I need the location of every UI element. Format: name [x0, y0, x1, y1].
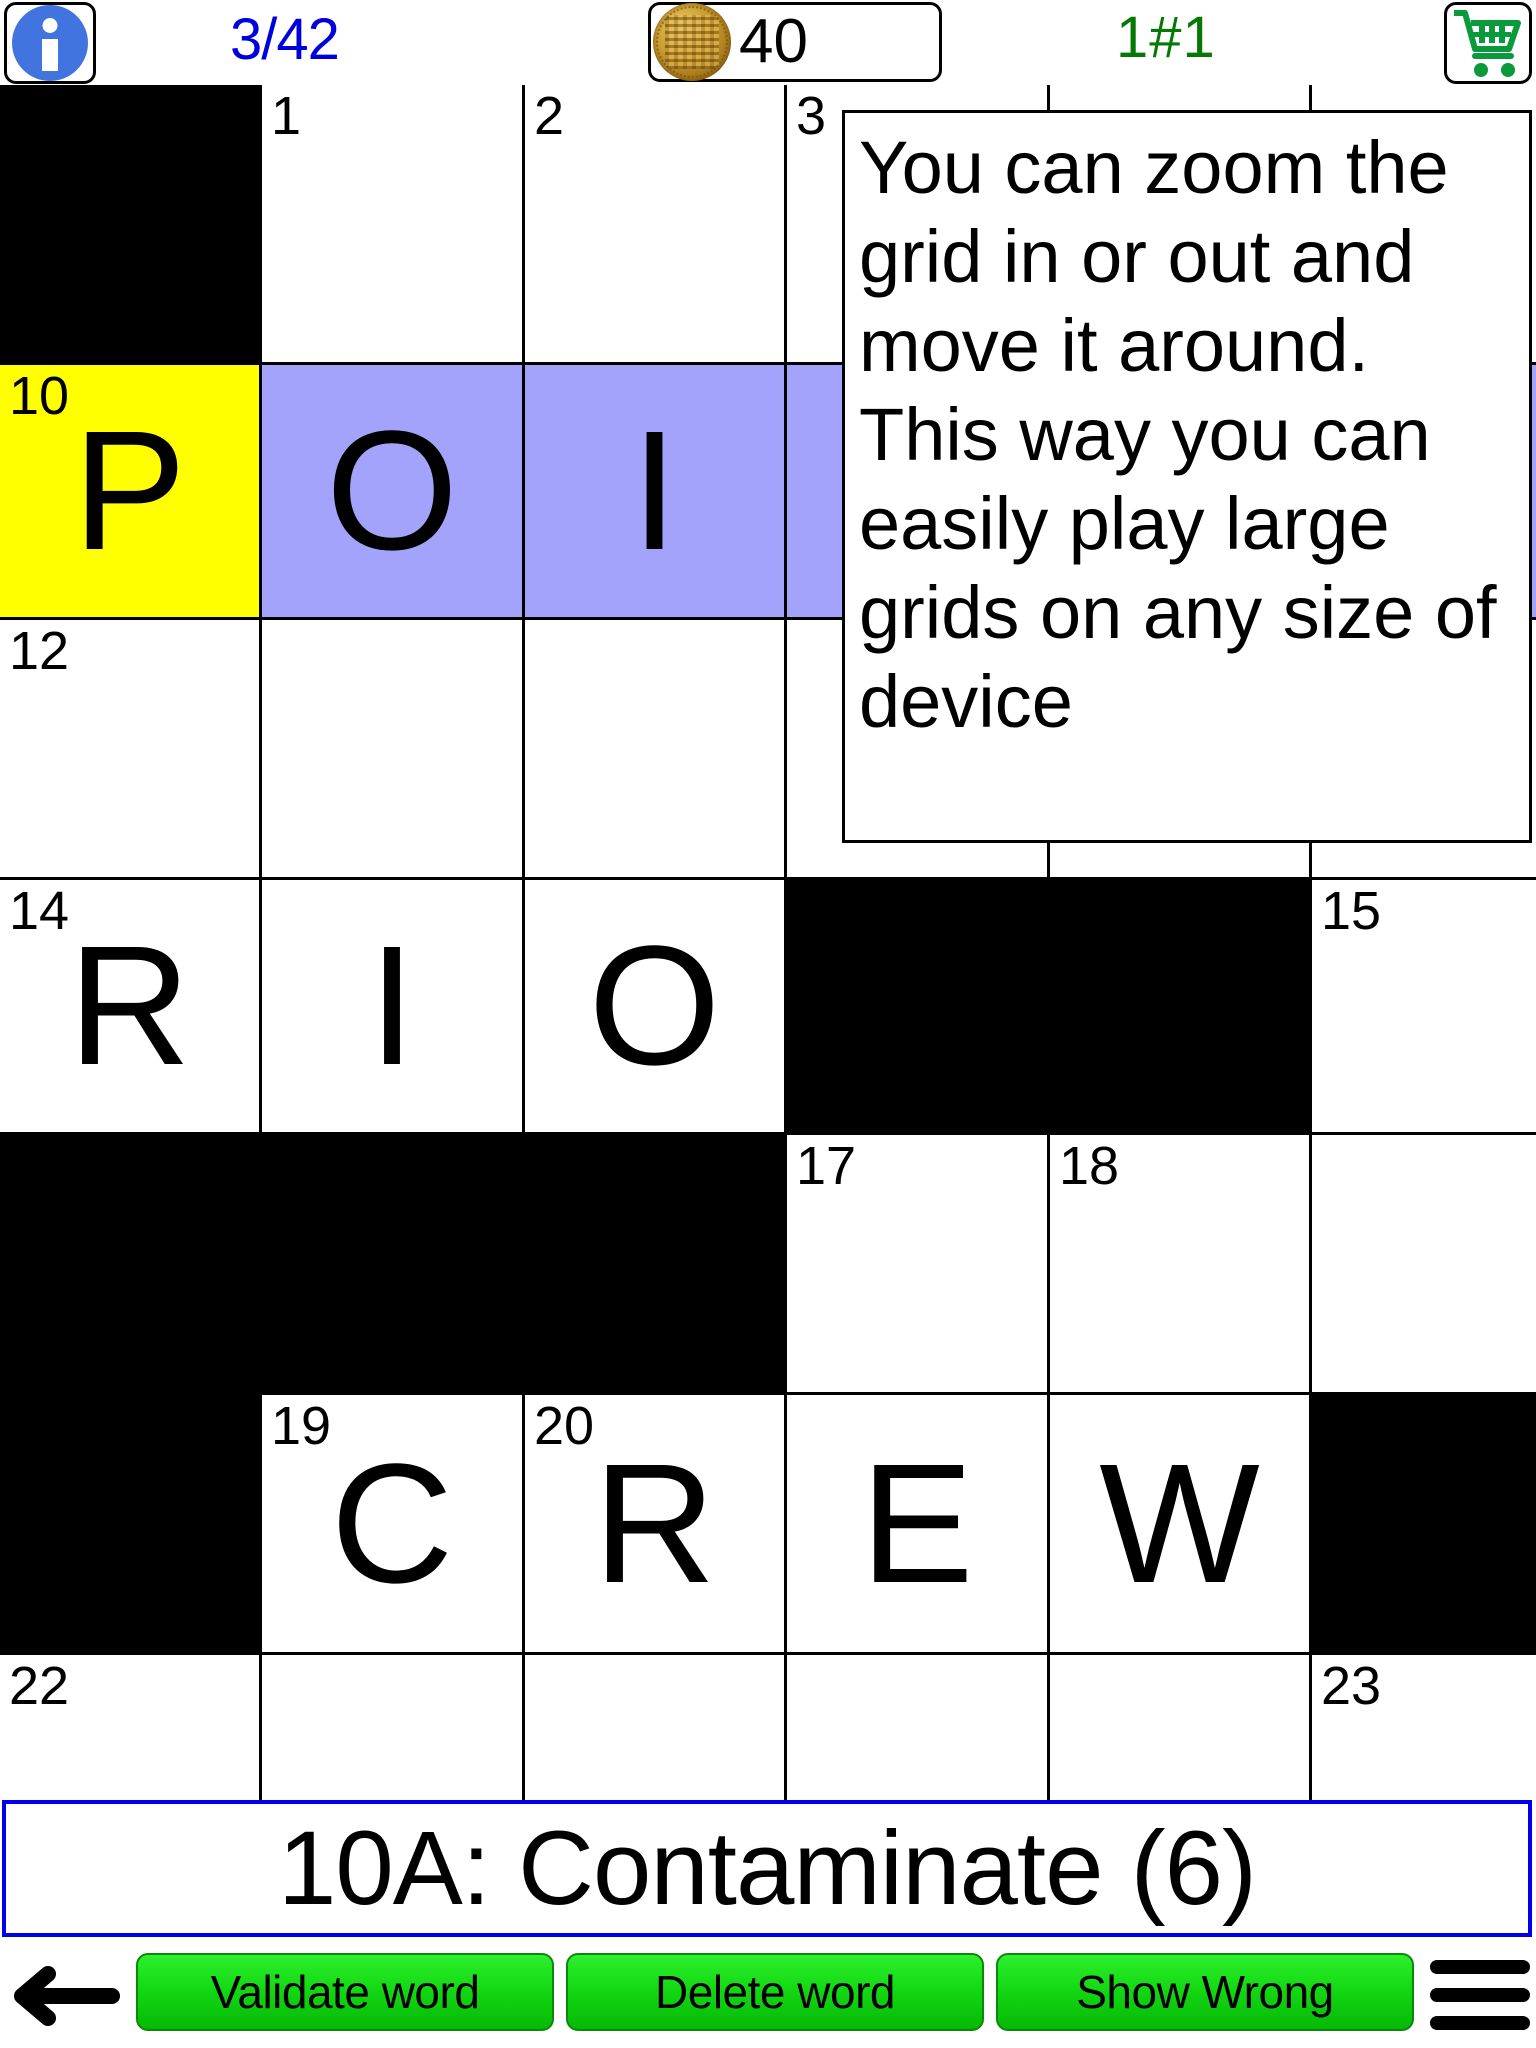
grid-cell[interactable] — [1312, 1135, 1536, 1395]
cell-number: 17 — [796, 1136, 857, 1196]
coin-count-label: 40 — [739, 7, 808, 76]
grid-cell[interactable]: 12 — [0, 620, 262, 880]
grid-cell[interactable] — [262, 620, 525, 880]
cell-number: 22 — [9, 1656, 70, 1716]
grid-cell[interactable]: W — [1050, 1395, 1312, 1655]
grid-cell[interactable] — [525, 620, 787, 880]
grid-cell[interactable]: 2 — [525, 85, 787, 365]
grid-cell[interactable]: 14 R — [0, 880, 262, 1135]
grid-block-cell — [0, 85, 262, 365]
clue-bar[interactable]: 10A: Contaminate (6) — [2, 1800, 1532, 1937]
info-icon — [12, 5, 88, 81]
menu-bar-3 — [1430, 2016, 1530, 2030]
cell-letter: R — [68, 911, 191, 1101]
grid-block-cell — [0, 1395, 262, 1655]
cell-letter: I — [630, 396, 679, 586]
menu-bar-2 — [1430, 1988, 1530, 2002]
grid-cell[interactable]: 17 — [787, 1135, 1050, 1395]
show-wrong-button[interactable]: Show Wrong — [996, 1953, 1414, 2031]
clue-text: 10A: Contaminate (6) — [277, 1809, 1257, 1927]
grid-block-cell — [1050, 880, 1312, 1135]
grid-cell[interactable]: 22 — [0, 1655, 262, 1800]
cell-number: 23 — [1321, 1656, 1382, 1716]
grid-block-cell — [1312, 1395, 1536, 1655]
hint-tooltip[interactable]: You can zoom the grid in or out and move… — [842, 110, 1532, 843]
grid-cell[interactable]: 18 — [1050, 1135, 1312, 1395]
grid-cell[interactable]: 23 — [1312, 1655, 1536, 1800]
cell-letter: I — [368, 911, 416, 1101]
cell-number: 2 — [534, 86, 565, 146]
cell-letter: O — [325, 396, 459, 586]
grid-cell[interactable]: E — [787, 1395, 1050, 1655]
info-button[interactable] — [4, 2, 96, 84]
cell-number: 3 — [796, 86, 827, 146]
cell-letter: C — [330, 1428, 454, 1619]
grid-block-cell — [525, 1135, 787, 1395]
shop-cart-button[interactable] — [1444, 2, 1532, 84]
grid-cell[interactable] — [262, 1655, 525, 1800]
grid-cell[interactable]: 20 R — [525, 1395, 787, 1655]
hamburger-menu-icon[interactable] — [1430, 1960, 1530, 2030]
bottom-toolbar: Validate word Delete word Show Wrong — [0, 1940, 1536, 2048]
grid-cell[interactable]: O — [262, 365, 525, 620]
grid-cell[interactable]: 1 — [262, 85, 525, 365]
grid-block-cell — [262, 1135, 525, 1395]
progress-counter: 3/42 — [230, 7, 340, 72]
validate-word-button[interactable]: Validate word — [136, 1953, 554, 2031]
grid-cell[interactable] — [525, 1655, 787, 1800]
grid-cell[interactable]: I — [262, 880, 525, 1135]
grid-block-cell — [787, 880, 1050, 1135]
cell-number: 18 — [1059, 1136, 1120, 1196]
cell-letter: P — [72, 396, 187, 586]
grid-cell[interactable]: 10 P — [0, 365, 262, 620]
cell-number: 12 — [9, 621, 70, 681]
gold-coin-icon — [653, 3, 731, 81]
back-arrow-icon[interactable] — [8, 1966, 120, 2026]
level-indicator: 1#1 — [1116, 5, 1216, 70]
cell-letter: E — [860, 1428, 974, 1619]
grid-cell[interactable] — [787, 1655, 1050, 1800]
cell-letter: O — [588, 911, 721, 1101]
cell-letter: W — [1099, 1428, 1260, 1619]
grid-cell[interactable]: 15 — [1312, 880, 1536, 1135]
top-bar: 3/42 40 1#1 — [0, 0, 1536, 85]
grid-cell[interactable] — [1050, 1655, 1312, 1800]
coin-balance-button[interactable]: 40 — [648, 2, 942, 82]
grid-block-cell — [0, 1135, 262, 1395]
grid-cell[interactable]: 19 C — [262, 1395, 525, 1655]
delete-word-button[interactable]: Delete word — [566, 1953, 984, 2031]
crossword-app: 3/42 40 1#1 1 2 3 10 P O I 12 14 R I O 15 17 18 19 C 20 R E… — [0, 0, 1536, 2048]
shopping-cart-icon — [1454, 10, 1521, 77]
grid-cell[interactable]: O — [525, 880, 787, 1135]
cell-letter: R — [593, 1428, 716, 1619]
menu-bar-1 — [1430, 1960, 1530, 1974]
cell-number: 15 — [1321, 881, 1382, 941]
cell-number: 1 — [271, 86, 302, 146]
grid-cell[interactable]: I — [525, 365, 787, 620]
